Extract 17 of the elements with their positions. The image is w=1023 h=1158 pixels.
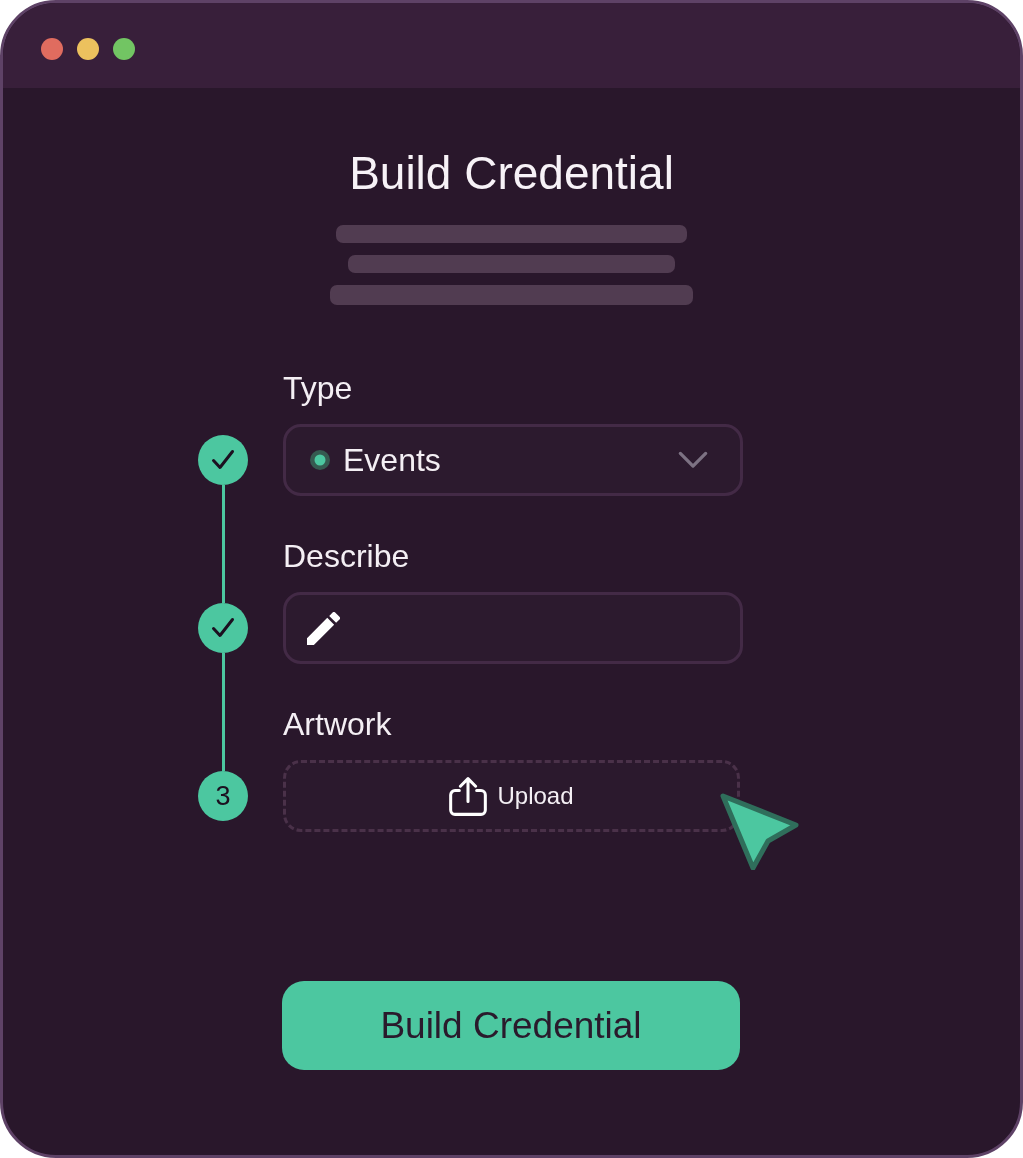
- field-label: Describe: [283, 537, 410, 576]
- submit-button[interactable]: Build Credential: [282, 981, 740, 1070]
- status-dot-icon: [310, 450, 330, 470]
- field-label: Type: [283, 369, 353, 408]
- chevron-down-icon: [678, 451, 708, 469]
- upload-icon: [449, 776, 488, 816]
- window-control-icon[interactable]: [77, 38, 99, 60]
- upload-dropzone[interactable]: Upload: [283, 760, 740, 832]
- step-number: 3: [198, 771, 248, 821]
- window-control-icon[interactable]: [41, 38, 63, 60]
- description-input[interactable]: [283, 592, 743, 664]
- type-dropdown[interactable]: Events: [283, 424, 743, 496]
- field-label: Artwork: [283, 705, 392, 744]
- pointer-cursor-icon: [720, 792, 800, 870]
- window-control-icon[interactable]: [113, 38, 135, 60]
- page-title: Build Credential: [349, 146, 674, 201]
- pencil-icon: [307, 611, 340, 645]
